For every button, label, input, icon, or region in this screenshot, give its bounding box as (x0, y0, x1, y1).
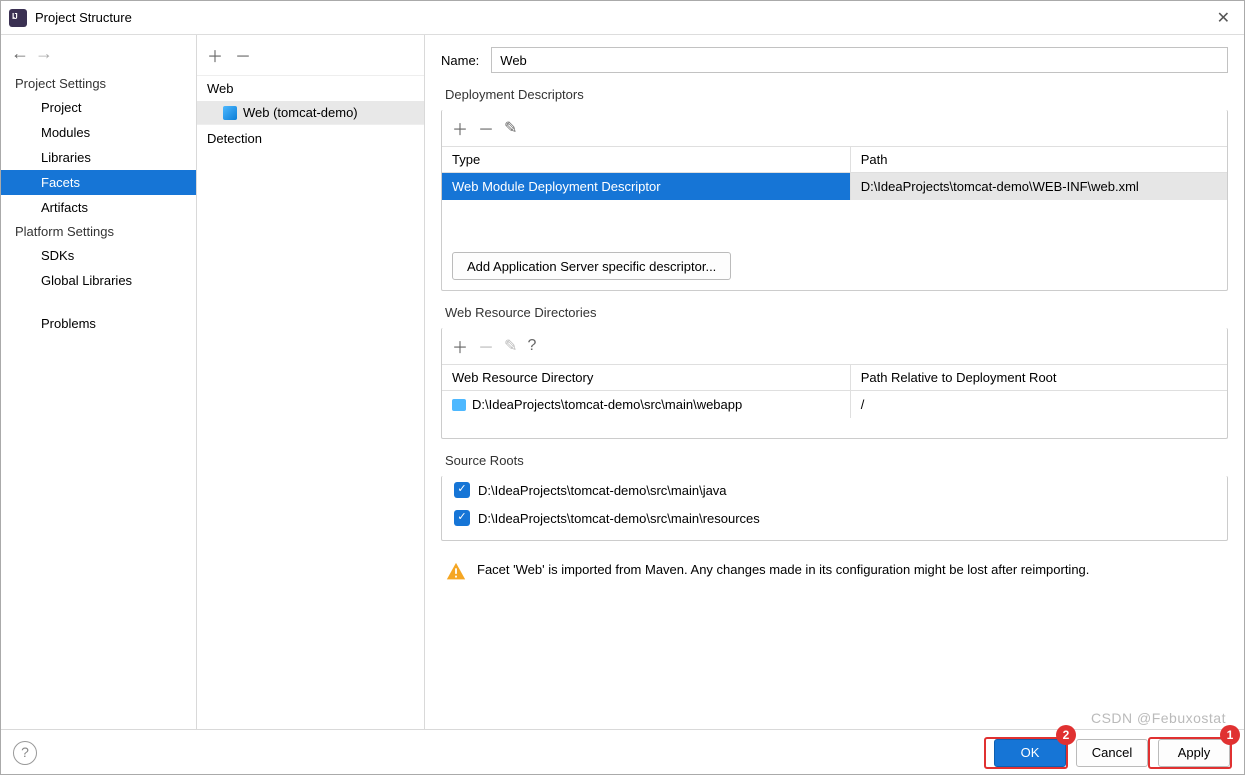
facet-item-web-tomcat-demo[interactable]: Web (tomcat-demo) (197, 101, 424, 124)
sidebar-item-facets[interactable]: Facets (1, 170, 196, 195)
wr-header-dir: Web Resource Directory (442, 365, 850, 391)
source-roots-legend: Source Roots (441, 453, 528, 468)
sidebar-item-problems[interactable]: Problems (1, 311, 196, 336)
dd-cell-type: Web Module Deployment Descriptor (442, 173, 850, 201)
window-title: Project Structure (35, 10, 1211, 25)
close-icon[interactable]: ✕ (1211, 8, 1236, 28)
add-app-server-descriptor-button[interactable]: Add Application Server specific descript… (452, 252, 731, 280)
callout-badge-2: 2 (1056, 725, 1076, 745)
callout-box-ok: 2 OK (984, 737, 1068, 769)
facet-list-panel: ＋ － Web Web (tomcat-demo) Detection (197, 35, 425, 729)
wr-remove-icon: － (478, 334, 494, 358)
facet-item-label: Web (tomcat-demo) (243, 105, 358, 120)
warning-text: Facet 'Web' is imported from Maven. Any … (477, 561, 1089, 583)
app-icon (9, 9, 27, 27)
dialog-footer: ? 2 OK Cancel 1 Apply (1, 729, 1244, 775)
add-icon[interactable]: ＋ (207, 43, 223, 67)
wr-cell-rel: / (850, 391, 1227, 419)
sidebar-item-sdks[interactable]: SDKs (1, 243, 196, 268)
web-resource-directories-legend: Web Resource Directories (441, 305, 600, 320)
wr-help-icon[interactable]: ? (527, 337, 536, 355)
nav-forward-icon: → (35, 43, 53, 64)
callout-badge-1: 1 (1220, 725, 1240, 745)
sidebar-item-global-libraries[interactable]: Global Libraries (1, 268, 196, 293)
name-input[interactable] (491, 47, 1228, 73)
titlebar: Project Structure ✕ (1, 1, 1244, 35)
dd-remove-icon[interactable]: － (478, 116, 494, 140)
dd-row[interactable]: Web Module Deployment Descriptor D:\Idea… (442, 173, 1227, 201)
remove-icon[interactable]: － (235, 43, 251, 67)
cancel-button[interactable]: Cancel (1076, 739, 1148, 767)
source-root-path-1: D:\IdeaProjects\tomcat-demo\src\main\jav… (478, 483, 727, 498)
checkbox-checked-icon[interactable]: ✓ (454, 510, 470, 526)
source-root-path-2: D:\IdeaProjects\tomcat-demo\src\main\res… (478, 511, 760, 526)
nav-back-icon[interactable]: ← (11, 43, 29, 64)
ok-button[interactable]: OK (994, 739, 1066, 767)
callout-box-apply: 1 Apply (1148, 737, 1232, 769)
wr-row[interactable]: D:\IdeaProjects\tomcat-demo\src\main\web… (442, 391, 1227, 419)
source-root-row-2[interactable]: ✓ D:\IdeaProjects\tomcat-demo\src\main\r… (442, 504, 1227, 532)
sidebar-section-project: Project Settings (1, 72, 196, 95)
facet-group-web[interactable]: Web (197, 76, 424, 101)
dd-add-icon[interactable]: ＋ (452, 116, 468, 140)
sidebar-item-modules[interactable]: Modules (1, 120, 196, 145)
dd-header-path: Path (850, 147, 1227, 173)
wr-cell-dir: D:\IdeaProjects\tomcat-demo\src\main\web… (442, 391, 850, 419)
wr-edit-icon: ✎ (504, 336, 517, 356)
source-root-row-1[interactable]: ✓ D:\IdeaProjects\tomcat-demo\src\main\j… (442, 476, 1227, 504)
dd-edit-icon[interactable]: ✎ (504, 118, 517, 138)
name-label: Name: (441, 53, 479, 68)
sidebar-item-artifacts[interactable]: Artifacts (1, 195, 196, 220)
sidebar: ← → Project Settings Project Modules Lib… (1, 35, 197, 729)
main-panel: Name: Deployment Descriptors ＋ － ✎ Type … (425, 35, 1244, 729)
deployment-descriptors-legend: Deployment Descriptors (441, 87, 588, 102)
web-facet-icon (223, 106, 237, 120)
apply-button[interactable]: Apply (1158, 739, 1230, 767)
sidebar-section-platform: Platform Settings (1, 220, 196, 243)
warning-icon (445, 561, 467, 583)
checkbox-checked-icon[interactable]: ✓ (454, 482, 470, 498)
wr-add-icon[interactable]: ＋ (452, 334, 468, 358)
dd-header-type: Type (442, 147, 850, 173)
folder-icon (452, 399, 466, 411)
help-button[interactable]: ? (13, 741, 37, 765)
wr-header-rel: Path Relative to Deployment Root (850, 365, 1227, 391)
sidebar-item-libraries[interactable]: Libraries (1, 145, 196, 170)
sidebar-item-project[interactable]: Project (1, 95, 196, 120)
dd-cell-path: D:\IdeaProjects\tomcat-demo\WEB-INF\web.… (850, 173, 1227, 201)
warning-banner: Facet 'Web' is imported from Maven. Any … (441, 555, 1228, 587)
detection-label[interactable]: Detection (197, 124, 424, 152)
